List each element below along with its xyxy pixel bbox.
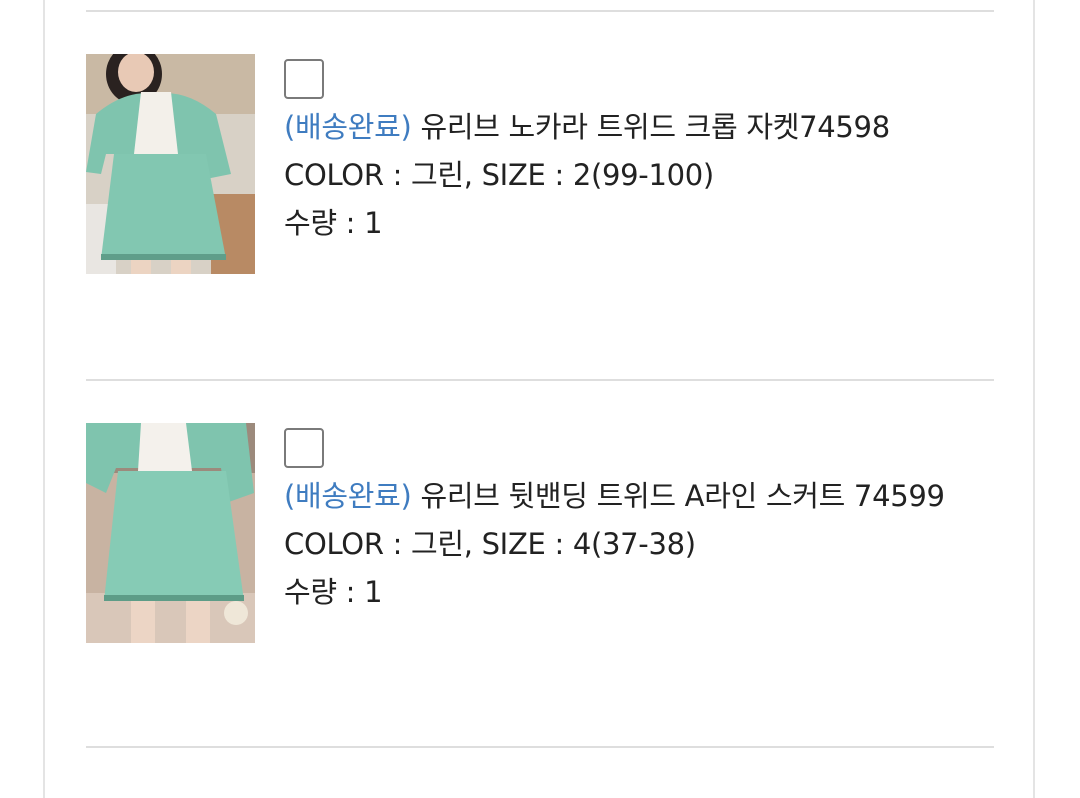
row-divider bbox=[86, 379, 994, 381]
product-quantity: 수량 : 1 bbox=[284, 575, 383, 609]
product-option: COLOR : 그린, SIZE : 4(37-38) bbox=[284, 527, 696, 561]
row-divider bbox=[86, 10, 994, 12]
order-item-details: (배송완료) 유리브 노카라 트위드 크롭 자켓74598 COLOR : 그린… bbox=[284, 59, 974, 247]
product-thumbnail-jacket[interactable] bbox=[86, 54, 255, 274]
select-item-checkbox[interactable] bbox=[284, 428, 324, 468]
product-quantity: 수량 : 1 bbox=[284, 206, 383, 240]
product-title[interactable]: (배송완료) 유리브 뒷밴딩 트위드 A라인 스커트 74599 bbox=[284, 472, 974, 520]
product-title[interactable]: (배송완료) 유리브 노카라 트위드 크롭 자켓74598 bbox=[284, 103, 974, 151]
select-item-checkbox[interactable] bbox=[284, 59, 324, 99]
order-item-details: (배송완료) 유리브 뒷밴딩 트위드 A라인 스커트 74599 COLOR :… bbox=[284, 428, 974, 616]
product-name: 유리브 뒷밴딩 트위드 A라인 스커트 74599 bbox=[411, 479, 945, 513]
row-divider bbox=[86, 746, 994, 748]
product-thumbnail-skirt[interactable] bbox=[86, 423, 255, 643]
product-name: 유리브 노카라 트위드 크롭 자켓74598 bbox=[411, 110, 890, 144]
product-option: COLOR : 그린, SIZE : 2(99-100) bbox=[284, 158, 714, 192]
delivery-status-link[interactable]: (배송완료) bbox=[284, 110, 412, 144]
delivery-status-link[interactable]: (배송완료) bbox=[284, 479, 412, 513]
